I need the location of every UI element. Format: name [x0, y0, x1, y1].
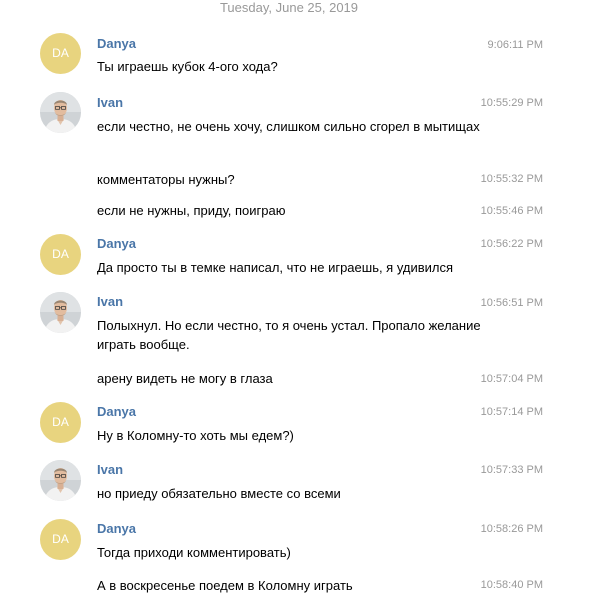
- message-timestamp: 9:06:11 PM: [487, 39, 543, 51]
- sender-name-ivan[interactable]: Ivan: [97, 462, 123, 478]
- message-text: арену видеть не могу в глаза: [97, 371, 273, 386]
- message-timestamp: 10:56:51 PM: [480, 297, 543, 309]
- sender-name-danya[interactable]: Danya: [97, 36, 136, 52]
- message-text: но приеду обязательно вместе со всеми: [97, 486, 341, 501]
- avatar-danya[interactable]: DA: [40, 33, 81, 74]
- message-text: если не нужны, приду, поиграю: [97, 203, 286, 218]
- message-timestamp: 10:57:14 PM: [480, 406, 543, 418]
- sender-name-danya[interactable]: Danya: [97, 404, 136, 420]
- avatar-photo-icon: [40, 292, 81, 333]
- avatar-danya[interactable]: DA: [40, 519, 81, 560]
- chat-history: Tuesday, June 25, 2019 DA Danya 9:06:11 …: [0, 0, 595, 598]
- message-text: комментаторы нужны?: [97, 172, 235, 187]
- avatar-ivan[interactable]: [40, 92, 81, 133]
- message-text: Ну в Коломну-то хоть мы едем?): [97, 428, 294, 443]
- sender-name-danya[interactable]: Danya: [97, 236, 136, 252]
- message-text: Тогда приходи комментировать): [97, 545, 291, 560]
- avatar-photo-icon: [40, 92, 81, 133]
- message-text: Ты играешь кубок 4-ого хода?: [97, 59, 278, 74]
- sender-name-danya[interactable]: Danya: [97, 521, 136, 537]
- sender-name-ivan[interactable]: Ivan: [97, 294, 123, 310]
- message-timestamp: 10:55:29 PM: [480, 97, 543, 109]
- message-timestamp: 10:55:46 PM: [480, 205, 543, 217]
- message-timestamp: 10:55:32 PM: [480, 173, 543, 185]
- message-timestamp: 10:57:33 PM: [480, 464, 543, 476]
- avatar-danya[interactable]: DA: [40, 402, 81, 443]
- avatar-photo-icon: [40, 460, 81, 501]
- message-text: если честно, не очень хочу, слишком силь…: [97, 119, 480, 134]
- message-text: Да просто ты в темке написал, что не игр…: [97, 260, 454, 275]
- message-text: А в воскресенье поедем в Коломну играть: [97, 578, 353, 593]
- date-header: Tuesday, June 25, 2019: [219, 0, 359, 15]
- message-text: Полыхнул. Но если честно, то я очень уст…: [97, 318, 481, 352]
- message-timestamp: 10:58:26 PM: [480, 523, 543, 535]
- avatar-ivan[interactable]: [40, 460, 81, 501]
- avatar-danya[interactable]: DA: [40, 234, 81, 275]
- sender-name-ivan[interactable]: Ivan: [97, 95, 123, 111]
- message-timestamp: 10:56:22 PM: [480, 238, 543, 250]
- avatar-ivan[interactable]: [40, 292, 81, 333]
- message-timestamp: 10:58:40 PM: [480, 579, 543, 591]
- message-timestamp: 10:57:04 PM: [480, 373, 543, 385]
